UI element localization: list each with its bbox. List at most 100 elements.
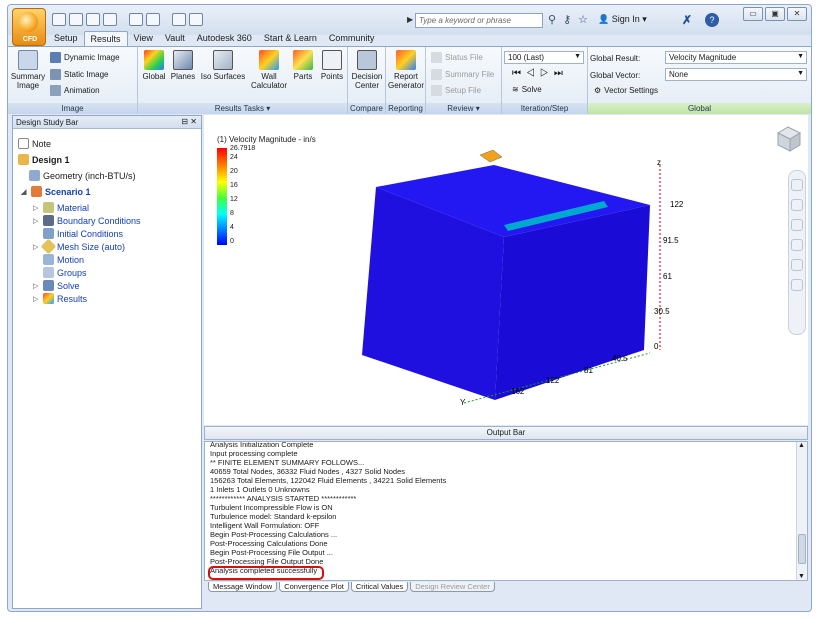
save-all-icon[interactable]: [103, 13, 117, 26]
new-icon[interactable]: [52, 13, 66, 26]
quick-access-toolbar: [52, 13, 203, 26]
static-image-button[interactable]: Static Image: [50, 69, 108, 80]
help-icon[interactable]: ?: [705, 13, 719, 27]
expand-icon[interactable]: ▷: [33, 204, 40, 212]
iteration-step-select[interactable]: 100 (Last) ▼: [504, 51, 584, 64]
tree-item-motion[interactable]: Motion: [43, 254, 84, 265]
look-at-icon[interactable]: [791, 259, 803, 271]
collapse-icon[interactable]: ◢: [21, 188, 28, 196]
tree-item-mesh-size[interactable]: ▷ Mesh Size (auto): [33, 238, 125, 255]
review-label[interactable]: Review ▾: [426, 103, 501, 114]
wall-calculator-button[interactable]: Wall Calculator: [249, 50, 289, 90]
window-layout-icon[interactable]: [172, 13, 186, 26]
navigation-bar: [788, 170, 806, 335]
tab-convergence-plot[interactable]: Convergence Plot: [279, 582, 349, 592]
save-icon[interactable]: [86, 13, 100, 26]
expand-icon[interactable]: ▷: [33, 282, 40, 290]
geometry-tools-icon[interactable]: [129, 13, 143, 26]
scroll-down-icon[interactable]: ▼: [798, 573, 805, 580]
tab-vault[interactable]: Vault: [159, 31, 191, 46]
previous-step-icon[interactable]: ◁: [526, 68, 540, 79]
tab-autodesk-360[interactable]: Autodesk 360: [191, 31, 258, 46]
tab-setup[interactable]: Setup: [48, 31, 84, 46]
pin-icon[interactable]: ⊟ ✕: [181, 117, 197, 126]
tab-critical-values[interactable]: Critical Values: [350, 582, 409, 592]
vector-settings-button[interactable]: ⚙ Vector Settings: [594, 86, 658, 95]
settings-icon[interactable]: [791, 279, 803, 291]
global-button[interactable]: Global: [140, 50, 168, 81]
ribbon-tabs: Setup Results View Vault Autodesk 360 St…: [48, 31, 380, 46]
expand-icon[interactable]: ▷: [33, 217, 40, 225]
binoculars-icon[interactable]: ⚲: [548, 13, 556, 26]
tree-item-boundary-conditions[interactable]: ▷ Boundary Conditions: [33, 215, 141, 226]
key-icon[interactable]: ⚷: [563, 13, 571, 26]
decision-center-button[interactable]: Decision Center: [349, 50, 385, 90]
output-line: 1 Inlets 1 Outlets 0 Unknowns: [210, 485, 310, 494]
global-results-icon: [144, 50, 164, 70]
expand-search-icon[interactable]: ▶: [407, 15, 413, 24]
settings-icon[interactable]: [189, 13, 203, 26]
next-step-icon[interactable]: ▷: [540, 68, 554, 79]
open-icon[interactable]: [69, 13, 83, 26]
iso-surfaces-button[interactable]: Iso Surfaces: [198, 50, 248, 81]
expand-icon[interactable]: ▷: [33, 243, 40, 251]
summary-image-button[interactable]: Summary Image: [10, 50, 46, 90]
tree-item-groups[interactable]: Groups: [43, 267, 87, 278]
minimize-button[interactable]: ▭: [743, 7, 763, 21]
parts-button[interactable]: Parts: [290, 50, 316, 81]
z-tick: 91.5: [663, 236, 679, 245]
motion-icon: [43, 254, 54, 265]
close-button[interactable]: ✕: [787, 7, 807, 21]
orbit-icon[interactable]: [791, 239, 803, 251]
output-bar-header[interactable]: Output Bar: [204, 426, 808, 440]
status-file-icon: [431, 52, 442, 63]
exchange-apps-icon[interactable]: ✗: [682, 13, 692, 27]
scroll-up-icon[interactable]: ▲: [798, 442, 805, 449]
tree-item-results[interactable]: ▷ Results: [33, 293, 87, 304]
tab-design-review-center[interactable]: Design Review Center: [410, 582, 495, 592]
tree-note[interactable]: Note: [18, 138, 51, 149]
steering-wheel-icon[interactable]: [791, 179, 803, 191]
expand-icon[interactable]: ▷: [33, 295, 40, 303]
animation-button[interactable]: Animation: [50, 85, 100, 96]
tree-item-solve[interactable]: ▷ Solve: [33, 280, 80, 291]
design-icon[interactable]: [146, 13, 160, 26]
results-tasks-label[interactable]: Results Tasks ▾: [138, 103, 347, 114]
application-menu-button[interactable]: CFD: [12, 8, 46, 46]
tree-item-initial-conditions[interactable]: Initial Conditions: [43, 228, 123, 239]
tab-community[interactable]: Community: [323, 31, 381, 46]
tree-item-material[interactable]: ▷ Material: [33, 202, 89, 213]
output-scrollbar[interactable]: ▲ ▼: [796, 442, 807, 580]
search-input[interactable]: Type a keyword or phrase: [415, 13, 543, 28]
tab-message-window[interactable]: Message Window: [208, 582, 278, 592]
sign-in-button[interactable]: 👤 Sign In ▾: [598, 14, 647, 25]
last-step-icon[interactable]: ⏭: [554, 68, 568, 79]
output-tabs: Message Window Convergence Plot Critical…: [208, 582, 495, 592]
graphics-viewport[interactable]: (1) Velocity Magnitude - in/s 26.7918 24…: [204, 115, 808, 425]
zoom-icon[interactable]: [791, 219, 803, 231]
report-generator-button[interactable]: Report Generator: [387, 50, 425, 90]
output-line: Post-Processing Calculations Done: [210, 539, 328, 548]
planes-button[interactable]: Planes: [169, 50, 197, 81]
setup-file-button[interactable]: Setup File: [431, 85, 481, 96]
solve-button[interactable]: ≋ Solve: [512, 85, 542, 94]
tab-start-learn[interactable]: Start & Learn: [258, 31, 323, 46]
star-icon[interactable]: ☆: [578, 13, 588, 26]
tree-design[interactable]: Design 1: [18, 154, 70, 165]
first-step-icon[interactable]: ⏮: [512, 68, 526, 79]
restore-button[interactable]: ▣: [765, 7, 785, 21]
dynamic-image-button[interactable]: Dynamic Image: [50, 52, 120, 63]
tab-view[interactable]: View: [128, 31, 159, 46]
status-file-button[interactable]: Status File: [431, 52, 483, 63]
points-button[interactable]: Points: [318, 50, 346, 81]
summary-file-button[interactable]: Summary File: [431, 69, 494, 80]
global-vector-select[interactable]: None ▼: [665, 68, 807, 81]
tab-results[interactable]: Results: [83, 31, 128, 46]
tree-geometry[interactable]: Geometry (inch-BTU/s): [29, 170, 136, 181]
global-result-select[interactable]: Velocity Magnitude ▼: [665, 51, 807, 64]
pan-icon[interactable]: [791, 199, 803, 211]
tree-scenario[interactable]: ◢ Scenario 1: [21, 186, 91, 197]
scroll-thumb[interactable]: [798, 534, 806, 564]
viewcube[interactable]: [772, 123, 804, 155]
camera-icon: [18, 50, 38, 70]
